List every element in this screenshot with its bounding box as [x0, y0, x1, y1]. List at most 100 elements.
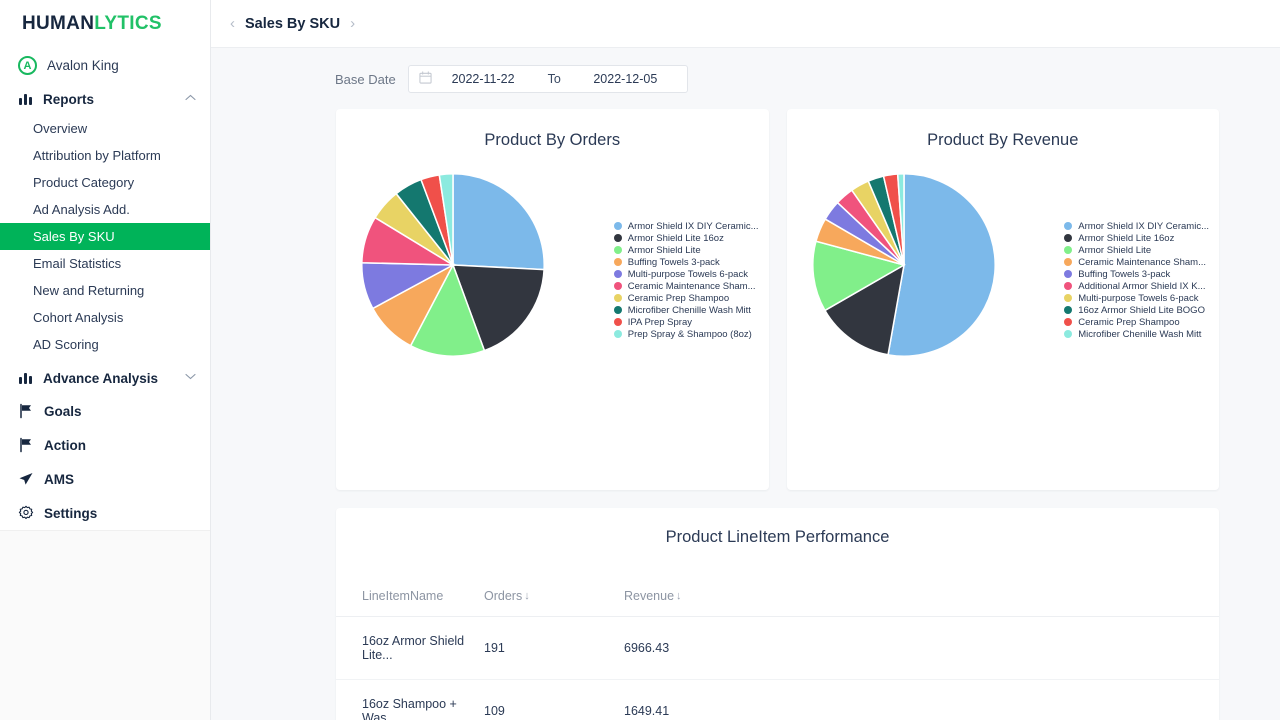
sidebar-item-product-category[interactable]: Product Category — [0, 169, 210, 196]
chart-title-orders: Product By Orders — [484, 131, 621, 149]
bar-chart-icon — [18, 370, 34, 386]
pie-slice[interactable] — [452, 173, 545, 271]
legend-item[interactable]: Armor Shield Lite — [613, 244, 759, 256]
breadcrumb: ‹ Sales By SKU › — [211, 0, 1280, 48]
legend-item[interactable]: Armor Shield IX DIY Ceramic... — [1064, 220, 1209, 232]
sidebar-item-label: Cohort Analysis — [33, 310, 124, 325]
main-area: ‹ Sales By SKU › Base Date 2022-11-22 To… — [211, 0, 1280, 720]
sort-arrow-down-icon[interactable]: ↓ — [524, 590, 530, 602]
table-row[interactable]: 16oz Shampoo + Was... 109 1649.41 — [336, 679, 1219, 720]
back-arrow-icon[interactable]: ‹ — [230, 15, 235, 32]
legend-item[interactable]: Armor Shield IX DIY Ceramic... — [613, 220, 759, 232]
avatar: A — [18, 56, 37, 75]
date-from-value[interactable]: 2022-11-22 — [432, 72, 535, 86]
legend-swatch — [613, 282, 622, 290]
legend-item[interactable]: Ceramic Maintenance Sham... — [613, 280, 759, 292]
legend-item[interactable]: Armor Shield Lite 16oz — [613, 232, 759, 244]
sidebar-item-ams[interactable]: AMS — [0, 462, 210, 496]
legend-swatch — [613, 294, 622, 302]
legend-swatch — [1064, 246, 1073, 254]
date-to-value[interactable]: 2022-12-05 — [574, 72, 677, 86]
legend-item[interactable]: Ceramic Prep Shampoo — [613, 292, 759, 304]
sort-arrow-down-icon[interactable]: ↓ — [676, 590, 682, 602]
sidebar-item-ad-analysis-add[interactable]: Ad Analysis Add. — [0, 196, 210, 223]
column-header-orders[interactable]: Orders ↓ — [484, 575, 624, 617]
legend-label: Ceramic Maintenance Sham... — [627, 280, 756, 292]
legend-swatch — [613, 330, 622, 338]
legend-swatch — [613, 318, 622, 326]
sidebar-group-advance-analysis[interactable]: Advance Analysis — [0, 358, 210, 394]
legend-label: Armor Shield IX DIY Ceramic... — [627, 220, 759, 232]
legend-item[interactable]: Microfiber Chenille Wash Mitt — [613, 304, 759, 316]
legend-item[interactable]: Buffing Towels 3-pack — [613, 256, 759, 268]
table-body: 16oz Armor Shield Lite... 191 6966.43 16… — [336, 616, 1219, 720]
legend-swatch — [1064, 294, 1073, 302]
forward-arrow-icon[interactable]: › — [350, 15, 355, 32]
card-product-by-orders: Product By Orders Armor Shield IX DIY Ce… — [336, 109, 769, 490]
sidebar-item-action[interactable]: Action — [0, 428, 210, 462]
sidebar-item-ad-scoring[interactable]: AD Scoring — [0, 331, 210, 358]
legend-label: Multi-purpose Towels 6-pack — [627, 268, 748, 280]
calendar-icon — [419, 71, 432, 87]
filter-bar: Base Date 2022-11-22 To 2022-12-05 — [211, 48, 1280, 93]
legend-label: Ceramic Prep Shampoo — [1078, 316, 1180, 328]
sidebar-item-goals[interactable]: Goals — [0, 394, 210, 428]
legend-item[interactable]: Multi-purpose Towels 6-pack — [1064, 292, 1209, 304]
legend-swatch — [1064, 234, 1073, 242]
legend-item[interactable]: Ceramic Maintenance Sham... — [1064, 256, 1209, 268]
sidebar-item-overview[interactable]: Overview — [0, 115, 210, 142]
legend-swatch — [1064, 222, 1073, 230]
legend-item[interactable]: Multi-purpose Towels 6-pack — [613, 268, 759, 280]
brand-logo-part1: HUMAN — [22, 13, 95, 34]
legend-swatch — [1064, 330, 1073, 338]
legend-orders: Armor Shield IX DIY Ceramic... Armor Shie… — [613, 220, 759, 340]
sidebar-item-new-and-returning[interactable]: New and Returning — [0, 277, 210, 304]
legend-label: IPA Prep Spray — [627, 316, 692, 328]
sidebar-item-attribution-by-platform[interactable]: Attribution by Platform — [0, 142, 210, 169]
sidebar-item-label: AD Scoring — [33, 337, 99, 352]
user-profile[interactable]: A Avalon King — [0, 48, 210, 83]
brand-logo[interactable]: HUMAN LYTICS — [0, 0, 210, 48]
table-row[interactable]: 16oz Armor Shield Lite... 191 6966.43 — [336, 616, 1219, 680]
charts-row: Product By Orders Armor Shield IX DIY Ce… — [211, 93, 1280, 490]
sidebar-item-email-statistics[interactable]: Email Statistics — [0, 250, 210, 277]
column-header-lineitemname[interactable]: LineItemName — [336, 575, 484, 617]
legend-item[interactable]: Microfiber Chenille Wash Mitt — [1064, 328, 1209, 340]
legend-swatch — [613, 258, 622, 266]
legend-item[interactable]: Ceramic Prep Shampoo — [1064, 316, 1209, 328]
chevron-down-icon[interactable] — [185, 373, 196, 383]
column-header-revenue[interactable]: Revenue ↓ — [624, 575, 1219, 617]
legend-item[interactable]: Armor Shield Lite — [1064, 244, 1209, 256]
sidebar-group-reports[interactable]: Reports — [0, 83, 210, 115]
legend-item[interactable]: IPA Prep Spray — [613, 316, 759, 328]
legend-label: Prep Spray & Shampoo (8oz) — [627, 328, 752, 340]
column-label: Orders — [484, 589, 523, 603]
sidebar-item-settings[interactable]: Settings — [0, 496, 210, 530]
bar-chart-icon — [18, 91, 34, 107]
date-range-input[interactable]: 2022-11-22 To 2022-12-05 — [407, 65, 688, 93]
legend-label: Microfiber Chenille Wash Mitt — [627, 304, 751, 316]
legend-item[interactable]: Additional Armor Shield IX K... — [1064, 280, 1209, 292]
pie-chart-orders[interactable] — [358, 170, 548, 365]
legend-item[interactable]: Armor Shield Lite 16oz — [1064, 232, 1209, 244]
sidebar-item-label: Goals — [44, 403, 82, 419]
legend-swatch — [613, 222, 622, 230]
legend-label: Buffing Towels 3-pack — [627, 256, 720, 268]
legend-item[interactable]: Prep Spray & Shampoo (8oz) — [613, 328, 759, 340]
sidebar: HUMAN LYTICS A Avalon King Reports Overvi… — [0, 0, 211, 720]
legend-item[interactable]: 16oz Armor Shield Lite BOGO — [1064, 304, 1209, 316]
pie-chart-revenue[interactable] — [809, 170, 999, 365]
page-title: Sales By SKU — [245, 15, 341, 32]
chevron-up-icon[interactable] — [185, 94, 196, 104]
sidebar-filler — [0, 530, 210, 720]
legend-label: Armor Shield IX DIY Ceramic... — [1078, 220, 1209, 232]
sidebar-item-sales-by-sku[interactable]: Sales By SKU — [0, 223, 210, 250]
brand-logo-part2: LYTICS — [94, 13, 162, 34]
base-date-label: Base Date — [335, 71, 396, 87]
legend-label: Ceramic Maintenance Sham... — [1078, 256, 1207, 268]
legend-label: Armor Shield Lite — [627, 244, 701, 256]
sidebar-item-cohort-analysis[interactable]: Cohort Analysis — [0, 304, 210, 331]
legend-label: Armor Shield Lite 16oz — [627, 232, 724, 244]
sidebar-item-label: Sales By SKU — [33, 229, 115, 244]
legend-item[interactable]: Buffing Towels 3-pack — [1064, 268, 1209, 280]
